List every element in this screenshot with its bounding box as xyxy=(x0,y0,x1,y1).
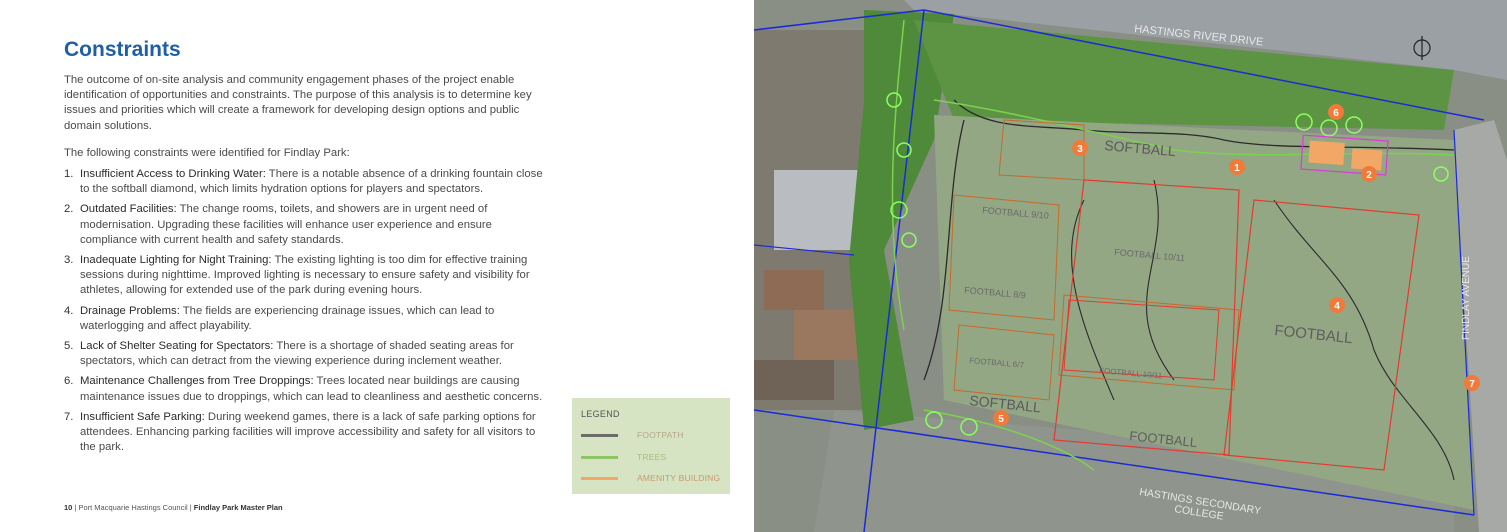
list-number: 1. xyxy=(64,168,74,180)
building-roof xyxy=(754,360,834,400)
legend-title: LEGEND xyxy=(581,409,620,419)
map-marker-6: 6 xyxy=(1328,104,1344,120)
site-map: HASTINGS RIVER DRIVE FINDLAY AVENUE HAST… xyxy=(754,0,1507,532)
list-item: 1. Insufficient Access to Drinking Water:… xyxy=(64,167,549,197)
marker-number: 4 xyxy=(1334,301,1340,312)
car-park xyxy=(774,170,864,250)
intro-paragraph: The outcome of on-site analysis and comm… xyxy=(64,74,532,132)
legend-swatch xyxy=(581,434,618,437)
marker-number: 7 xyxy=(1469,379,1475,390)
list-heading: Drainage Problems: xyxy=(80,304,180,317)
list-item: 6. Maintenance Challenges from Tree Dropp… xyxy=(64,374,549,404)
list-heading: Outdated Facilities: xyxy=(80,203,177,216)
marker-number: 2 xyxy=(1366,170,1372,181)
legend-swatch xyxy=(581,456,618,459)
legend-item-trees: TREES xyxy=(581,452,726,464)
legend-swatch xyxy=(581,477,618,480)
site-map-graphic: HASTINGS RIVER DRIVE FINDLAY AVENUE HAST… xyxy=(754,0,1507,532)
marker-number: 1 xyxy=(1234,163,1240,174)
list-number: 7. xyxy=(64,410,74,423)
list-item: 2. Outdated Facilities: The change rooms,… xyxy=(64,202,549,248)
document-page: Constraints The outcome of on-site analy… xyxy=(0,0,754,532)
legend-label: TREES xyxy=(637,452,667,462)
map-marker-3: 3 xyxy=(1072,140,1088,156)
list-number: 4. xyxy=(64,304,74,317)
map-label-road: FINDLAY AVENUE xyxy=(1461,256,1472,340)
constraints-list: 1. Insufficient Access to Drinking Water:… xyxy=(64,167,549,460)
list-number: 3. xyxy=(64,254,74,267)
list-heading: Insufficient Access to Drinking Water: xyxy=(80,168,266,180)
page-title: Constraints xyxy=(64,38,181,61)
list-heading: Maintenance Challenges from Tree Droppin… xyxy=(80,375,314,388)
list-number: 2. xyxy=(64,203,74,216)
map-marker-1: 1 xyxy=(1229,159,1245,175)
list-item: 3. Inadequate Lighting for Night Training… xyxy=(64,253,549,299)
footer-doc-title: Findlay Park Master Plan xyxy=(193,503,283,512)
map-legend: LEGEND FOOTPATH TREES AMENITY BUILDING xyxy=(572,398,730,494)
list-number: 5. xyxy=(64,340,74,353)
map-marker-4: 4 xyxy=(1329,297,1345,313)
legend-label: FOOTPATH xyxy=(637,430,684,440)
building-roof xyxy=(794,310,864,360)
list-heading: Insufficient Safe Parking: xyxy=(80,410,205,423)
legend-item-footpath: FOOTPATH xyxy=(581,430,726,442)
map-marker-2: 2 xyxy=(1361,166,1377,182)
amenity-building-fill xyxy=(1308,140,1345,165)
marker-number: 5 xyxy=(998,414,1004,425)
list-item: 5. Lack of Shelter Seating for Spectators… xyxy=(64,339,549,369)
map-marker-5: 5 xyxy=(993,410,1009,426)
list-item: 7. Insufficient Safe Parking: During week… xyxy=(64,410,549,456)
legend-item-amenity: AMENITY BUILDING xyxy=(581,473,726,485)
map-marker-7: 7 xyxy=(1464,375,1480,391)
list-number: 6. xyxy=(64,375,74,388)
building-roof xyxy=(764,270,824,310)
page-footer: 10 | Port Macquarie Hastings Council | F… xyxy=(64,503,283,512)
list-item: 4. Drainage Problems: The fields are expe… xyxy=(64,304,549,334)
footer-org: | Port Macquarie Hastings Council | xyxy=(72,503,194,512)
marker-number: 6 xyxy=(1333,108,1339,119)
lead-paragraph: The following constraints were identifie… xyxy=(64,147,350,159)
legend-label: AMENITY BUILDING xyxy=(637,473,721,483)
marker-number: 3 xyxy=(1077,144,1083,155)
list-heading: Inadequate Lighting for Night Training: xyxy=(80,254,272,267)
list-heading: Lack of Shelter Seating for Spectators: xyxy=(80,340,274,353)
